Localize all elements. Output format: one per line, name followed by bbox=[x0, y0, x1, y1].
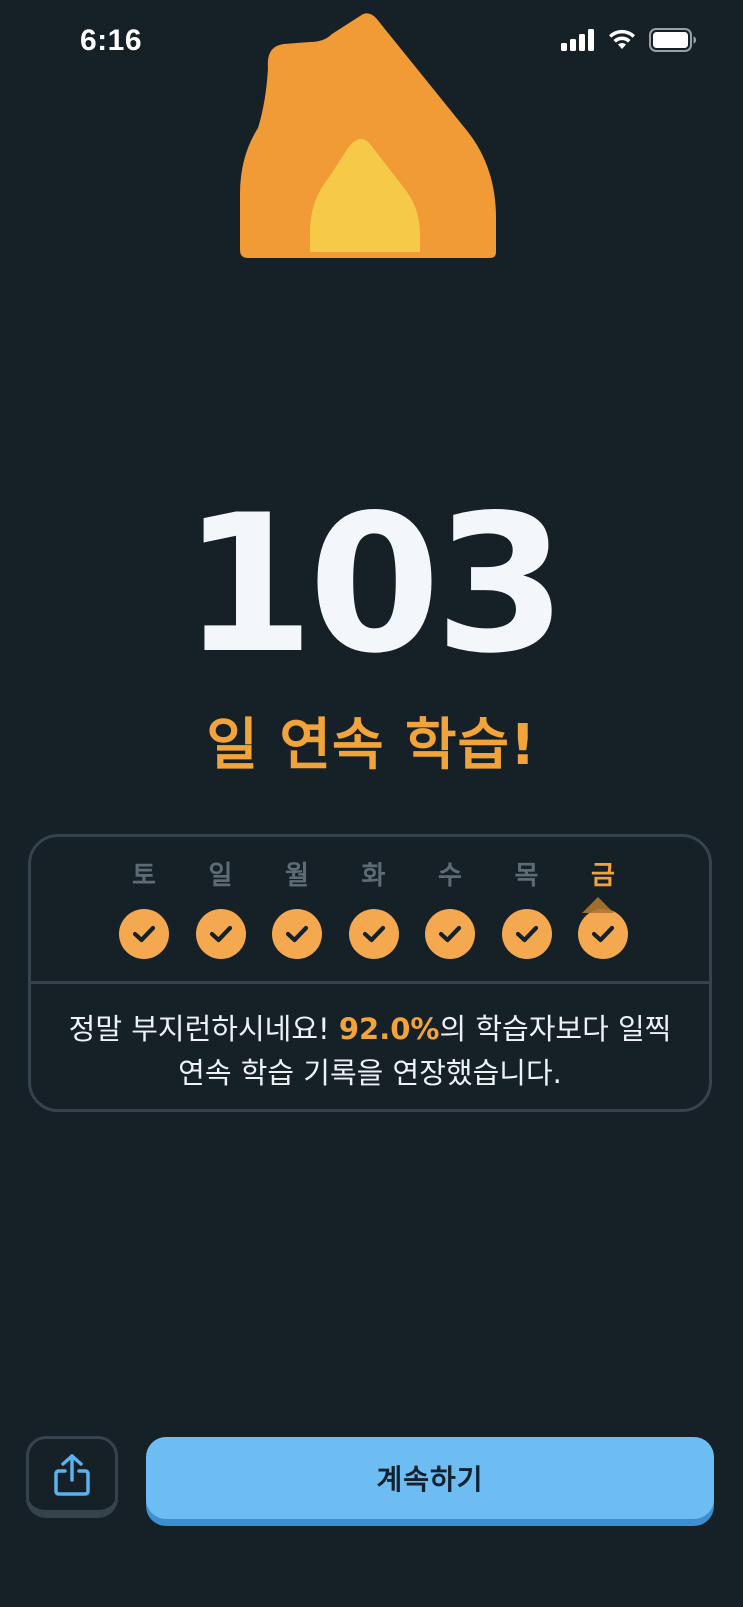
day-label: 토 bbox=[132, 861, 156, 891]
weekly-streak-card: 토 일 월 화 수 목 금 정말 부지런하시네요! 92.0%의 학습자보다 일찍 연속 학… bbox=[28, 834, 712, 1112]
day-0: 토 bbox=[114, 859, 174, 959]
share-icon bbox=[54, 1453, 90, 1496]
day-label: 수 bbox=[438, 861, 462, 891]
checkmark-icon bbox=[501, 909, 552, 959]
day-label: 일 bbox=[208, 861, 233, 891]
wifi-icon bbox=[609, 29, 635, 49]
message-percent: 92.0% bbox=[338, 1012, 440, 1046]
checkmark-icon bbox=[348, 909, 399, 959]
day-label: 목 bbox=[514, 861, 539, 891]
flame-icon bbox=[240, 13, 496, 258]
day-2: 월 bbox=[267, 859, 327, 959]
streak-count: 103 bbox=[182, 474, 567, 695]
streak-message: 정말 부지런하시네요! 92.0%의 학습자보다 일찍 연속 학습 기록을 연장… bbox=[31, 1007, 709, 1095]
status-time: 6:16 bbox=[80, 24, 143, 57]
checkmark-icon bbox=[119, 909, 169, 959]
checkmark-icon bbox=[425, 909, 475, 959]
day-label: 금 bbox=[591, 861, 615, 891]
message-suffix: 의 학습자보다 일찍 bbox=[439, 1012, 672, 1046]
cellular-signal-icon bbox=[561, 29, 594, 51]
day-label: 화 bbox=[361, 861, 386, 891]
checkmark-icon bbox=[578, 897, 628, 959]
day-5: 목 bbox=[497, 859, 557, 959]
card-divider bbox=[31, 981, 709, 984]
week-days-row: 토일월화수목금 bbox=[31, 859, 709, 989]
share-button[interactable] bbox=[26, 1436, 118, 1518]
status-icons bbox=[561, 28, 697, 52]
streak-label: 일 연속 학습! bbox=[206, 713, 537, 778]
message-line2: 연속 학습 기록을 연장했습니다. bbox=[178, 1056, 562, 1090]
day-3: 화 bbox=[344, 859, 404, 959]
current-day-flame-icon bbox=[582, 897, 614, 913]
checkmark-icon bbox=[272, 909, 322, 959]
day-label: 월 bbox=[285, 861, 309, 891]
day-4: 수 bbox=[420, 859, 480, 959]
day-6: 금 bbox=[573, 859, 633, 959]
continue-button[interactable]: 계속하기 bbox=[146, 1437, 714, 1519]
message-prefix: 정말 부지런하시네요! bbox=[68, 1012, 339, 1046]
battery-icon bbox=[649, 28, 696, 52]
day-1: 일 bbox=[191, 859, 251, 959]
checkmark-icon bbox=[195, 909, 246, 959]
streak-screen: 6:16 103 일 연속 학습! 토 일 월 화 수 목 금 정말 부지런하시… bbox=[0, 0, 743, 1607]
